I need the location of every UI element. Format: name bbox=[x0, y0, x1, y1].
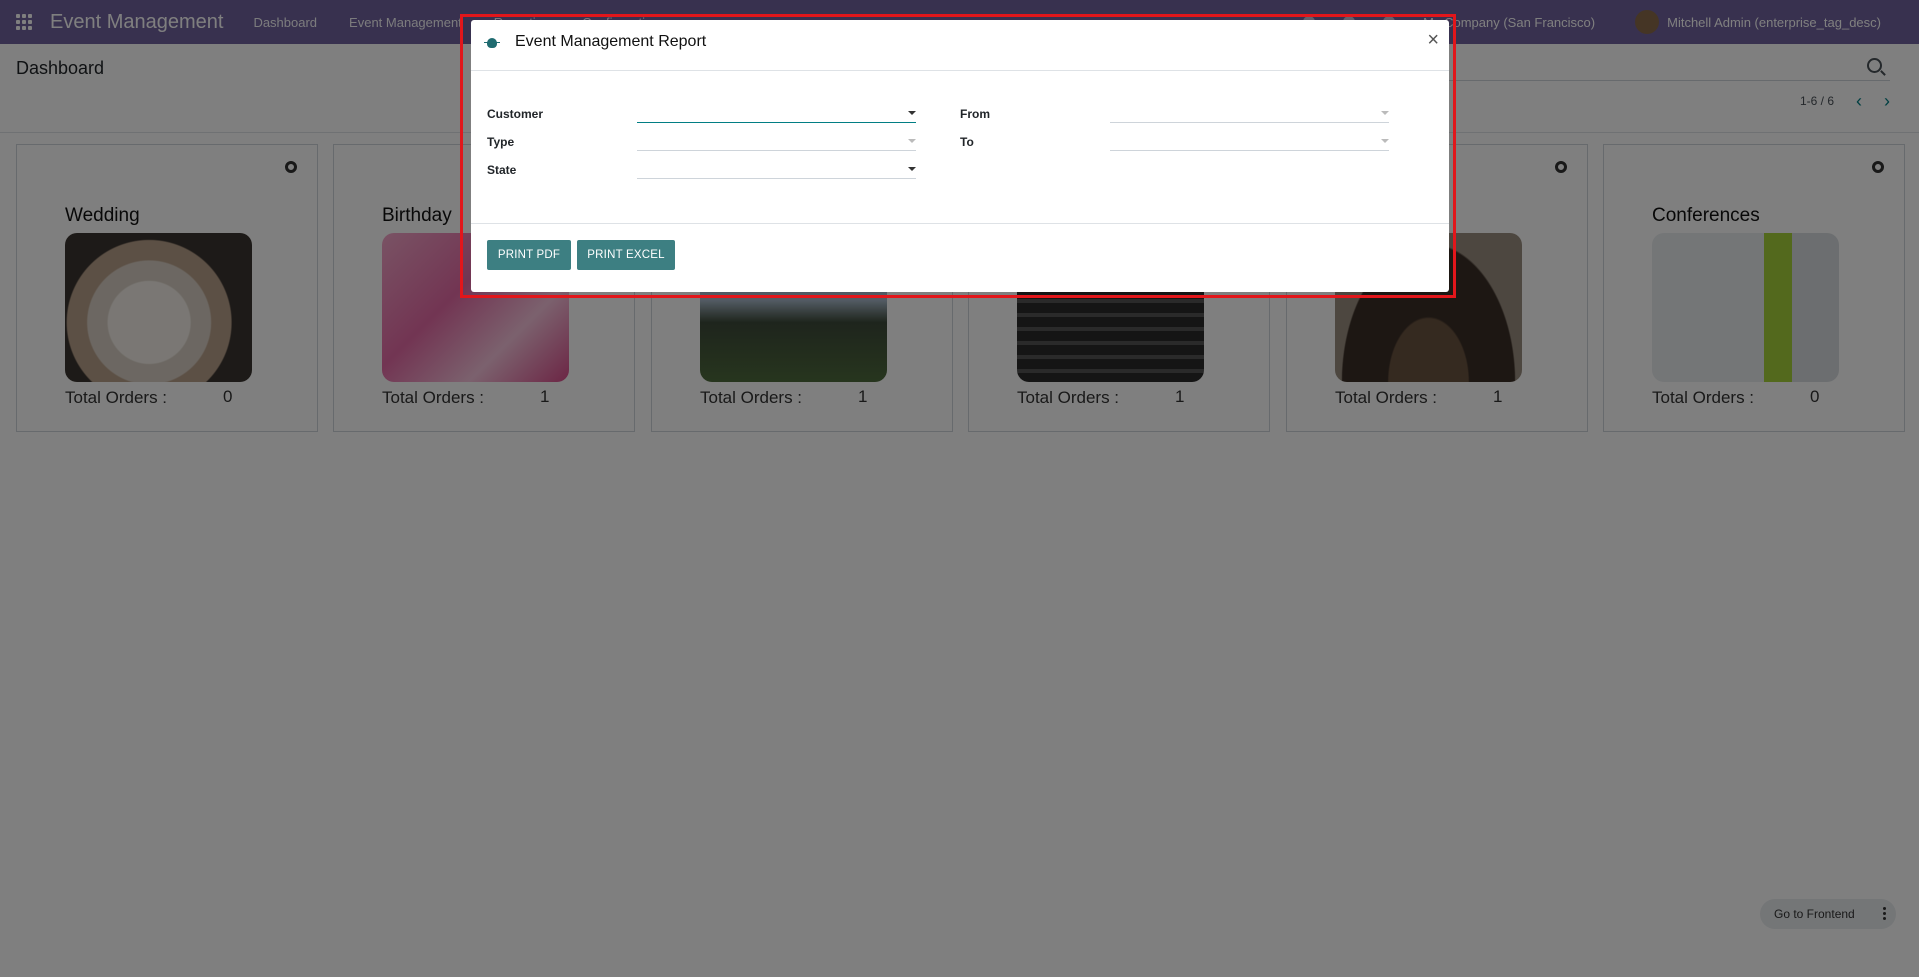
highlight-box bbox=[460, 14, 1456, 298]
